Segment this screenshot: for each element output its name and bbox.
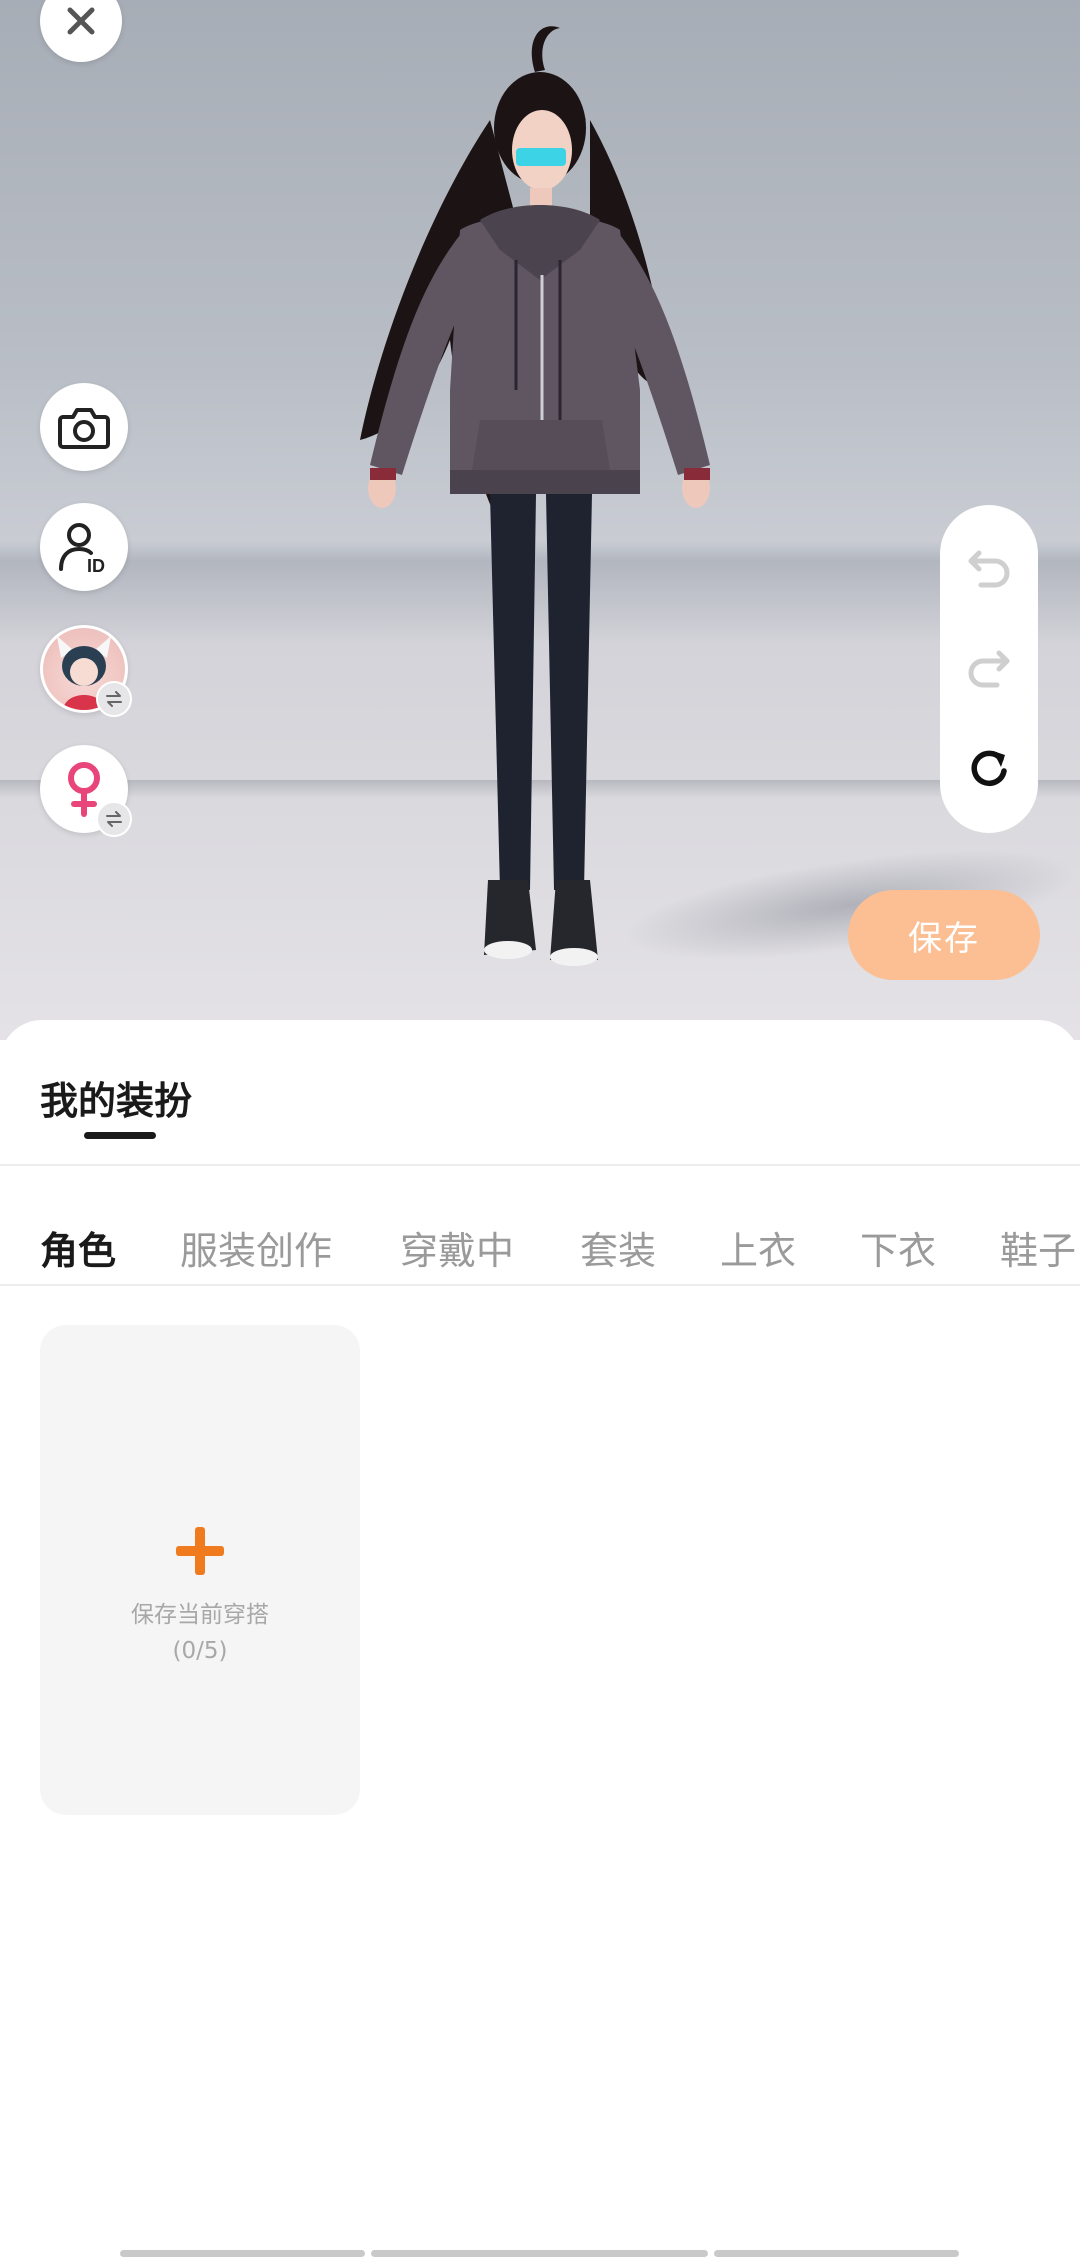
category-tabs: 角色 服装创作 穿戴中 套装 上衣 下衣 鞋子 bbox=[0, 1184, 1080, 1304]
save-outfit-count: (0/5) bbox=[172, 1638, 228, 1664]
avatar-model[interactable] bbox=[340, 10, 740, 990]
title-tab-indicator bbox=[84, 1132, 156, 1139]
svg-text:ID: ID bbox=[87, 556, 105, 575]
reset-button[interactable] bbox=[961, 741, 1017, 797]
tab-bottoms[interactable]: 下衣 bbox=[860, 1220, 936, 1275]
save-button[interactable]: 保存 bbox=[848, 890, 1040, 980]
redo-icon bbox=[968, 650, 1010, 688]
close-icon bbox=[67, 7, 95, 35]
tab-character[interactable]: 角色 bbox=[40, 1220, 116, 1275]
swap-icon bbox=[106, 811, 122, 827]
save-outfit-text: 保存当前穿搭 bbox=[131, 1602, 269, 1628]
close-button[interactable] bbox=[40, 0, 122, 62]
history-panel bbox=[940, 505, 1038, 833]
undo-icon bbox=[968, 550, 1010, 588]
user-id-icon: ID bbox=[59, 523, 105, 575]
reset-icon bbox=[971, 750, 1007, 787]
redo-button[interactable] bbox=[961, 641, 1017, 697]
sheet-title[interactable]: 我的装扮 bbox=[40, 1070, 192, 1125]
avatar-viewport[interactable]: ID 保存 bbox=[0, 0, 1080, 1040]
save-outfit-card[interactable]: 保存当前穿搭 (0/5) bbox=[40, 1325, 360, 1815]
tab-wearing[interactable]: 穿戴中 bbox=[400, 1220, 514, 1275]
swap-icon bbox=[106, 691, 122, 707]
gender-switch-button[interactable] bbox=[40, 745, 132, 837]
tab-outfit-creation[interactable]: 服装创作 bbox=[180, 1220, 332, 1275]
camera-icon bbox=[58, 408, 110, 449]
nav-gesture-bar bbox=[371, 2250, 708, 2257]
nav-gesture-bar bbox=[120, 2250, 365, 2257]
avatar-switch-button[interactable] bbox=[40, 625, 132, 717]
tab-sets[interactable]: 套装 bbox=[580, 1220, 656, 1275]
save-outfit-label: 保存当前穿搭 (0/5) bbox=[40, 1597, 360, 1669]
swap-badge bbox=[96, 681, 132, 717]
tab-tops[interactable]: 上衣 bbox=[720, 1220, 796, 1275]
plus-icon bbox=[176, 1527, 224, 1575]
undo-button[interactable] bbox=[961, 541, 1017, 597]
user-id-button[interactable]: ID bbox=[40, 503, 128, 591]
nav-gesture-bar bbox=[714, 2250, 959, 2257]
divider bbox=[0, 1284, 1080, 1286]
tab-shoes[interactable]: 鞋子 bbox=[1000, 1220, 1076, 1275]
camera-button[interactable] bbox=[40, 383, 128, 471]
swap-badge bbox=[96, 801, 132, 837]
divider bbox=[0, 1164, 1080, 1166]
outfit-sheet: 我的装扮 角色 服装创作 穿戴中 套装 上衣 下衣 鞋子 保存当前穿搭 (0/5… bbox=[0, 1020, 1080, 2262]
